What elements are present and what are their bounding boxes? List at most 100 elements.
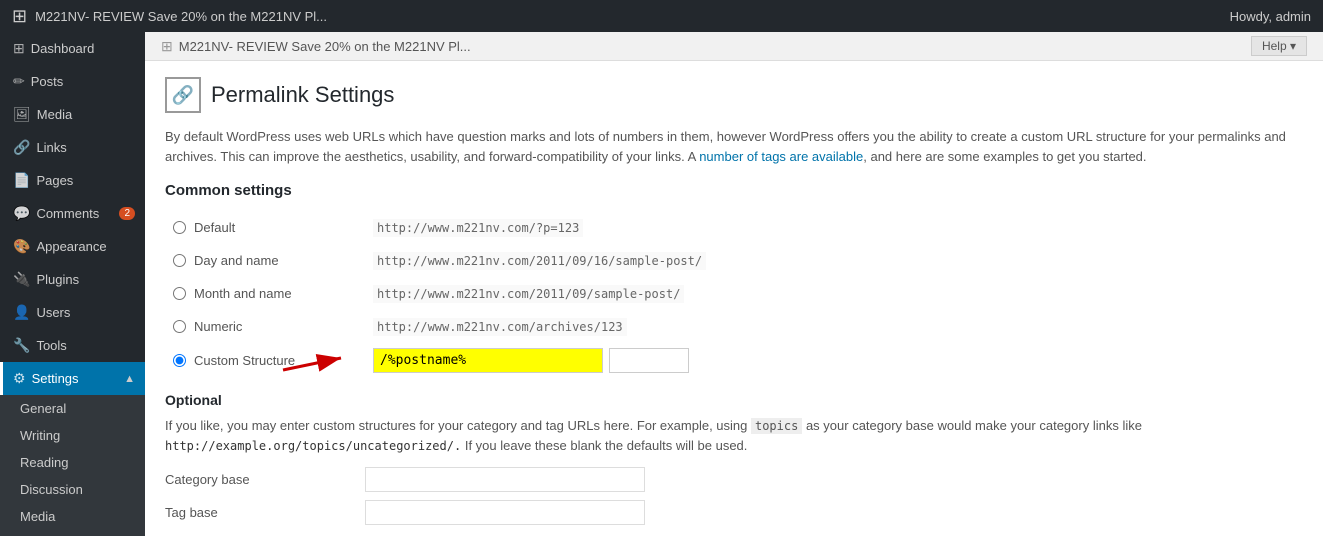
- radio-dayname-label[interactable]: Day and name: [194, 253, 279, 268]
- category-base-input[interactable]: [365, 467, 645, 492]
- radio-custom-row: Custom Structure: [173, 349, 357, 372]
- optional-text-1: If you like, you may enter custom struct…: [165, 418, 751, 433]
- tag-base-input[interactable]: [365, 500, 645, 525]
- radio-numeric-label[interactable]: Numeric: [194, 319, 242, 334]
- sidebar: ⊞ Dashboard ✏ Posts 🖼 Media 🔗 Links 📄 Pa…: [0, 32, 145, 536]
- media-icon: 🖼: [13, 106, 31, 123]
- help-button[interactable]: Help ▾: [1251, 36, 1307, 56]
- category-base-label: Category base: [165, 472, 365, 487]
- tag-base-label: Tag base: [165, 505, 365, 520]
- description-text-2: , and here are some examples to get you …: [863, 149, 1146, 164]
- header-page-title: M221NV- REVIEW Save 20% on the M221NV Pl…: [179, 39, 471, 54]
- settings-icon: ⚙: [13, 370, 26, 387]
- sidebar-item-media[interactable]: 🖼 Media: [0, 98, 145, 131]
- optional-description: If you like, you may enter custom struct…: [165, 416, 1303, 455]
- optional-text-3: If you leave these blank the defaults wi…: [461, 438, 747, 453]
- radio-default-row: Default: [173, 216, 357, 239]
- main-layout: ⊞ Dashboard ✏ Posts 🖼 Media 🔗 Links 📄 Pa…: [0, 32, 1323, 536]
- sidebar-item-tools[interactable]: 🔧 Tools: [0, 329, 145, 362]
- radio-default-label[interactable]: Default: [194, 220, 235, 235]
- url-monthname: http://www.m221nv.com/2011/09/sample-pos…: [373, 285, 684, 303]
- sidebar-item-links[interactable]: 🔗 Links: [0, 131, 145, 164]
- radio-monthname[interactable]: [173, 287, 186, 300]
- sidebar-item-comments[interactable]: 💬 Comments 2: [0, 197, 145, 230]
- custom-structure-extra-input[interactable]: [609, 348, 689, 373]
- admin-bar-site-title: M221NV- REVIEW Save 20% on the M221NV Pl…: [35, 9, 327, 24]
- radio-numeric[interactable]: [173, 320, 186, 333]
- sidebar-item-settings[interactable]: ⚙ Settings ▲: [0, 362, 145, 395]
- sidebar-item-pages[interactable]: 📄 Pages: [0, 164, 145, 197]
- table-row: Month and name http://www.m221nv.com/201…: [165, 277, 1303, 310]
- tools-icon: 🔧: [13, 337, 30, 354]
- admin-bar-right: Howdy, admin: [1230, 9, 1311, 24]
- radio-monthname-row: Month and name: [173, 282, 357, 305]
- appearance-icon: 🎨: [13, 238, 30, 255]
- users-icon: 👤: [13, 304, 30, 321]
- sidebar-item-label: Plugins: [36, 272, 79, 287]
- dashboard-icon: ⊞: [13, 40, 25, 57]
- radio-custom[interactable]: [173, 354, 186, 367]
- submenu-discussion[interactable]: Discussion: [0, 476, 145, 503]
- settings-submenu: General Writing Reading Discussion Media…: [0, 395, 145, 536]
- radio-dayname[interactable]: [173, 254, 186, 267]
- comments-badge: 2: [119, 207, 135, 220]
- sidebar-item-label: Tools: [36, 338, 66, 353]
- content-area: ⊞ M221NV- REVIEW Save 20% on the M221NV …: [145, 32, 1323, 536]
- radio-monthname-label[interactable]: Month and name: [194, 286, 292, 301]
- sidebar-item-dashboard[interactable]: ⊞ Dashboard: [0, 32, 145, 65]
- optional-title: Optional: [165, 392, 1303, 408]
- sidebar-item-users[interactable]: 👤 Users: [0, 296, 145, 329]
- admin-bar: ⊞ M221NV- REVIEW Save 20% on the M221NV …: [0, 0, 1323, 32]
- submenu-general[interactable]: General: [0, 395, 145, 422]
- settings-arrow-icon: ▲: [124, 373, 135, 385]
- sidebar-item-label: Appearance: [36, 239, 106, 254]
- common-settings-title: Common settings: [165, 182, 1303, 199]
- wp-icon-small: ⊞: [161, 38, 173, 55]
- url-dayname: http://www.m221nv.com/2011/09/16/sample-…: [373, 252, 706, 270]
- plugins-icon: 🔌: [13, 271, 30, 288]
- submenu-media[interactable]: Media: [0, 503, 145, 530]
- sidebar-item-label: Pages: [36, 173, 73, 188]
- custom-structure-input[interactable]: /%postname%: [373, 348, 603, 373]
- topics-code: topics: [751, 418, 802, 434]
- sidebar-item-label: Media: [37, 107, 72, 122]
- radio-default[interactable]: [173, 221, 186, 234]
- tags-available-link[interactable]: number of tags are available: [699, 149, 863, 164]
- page-title-bar: ⊞ M221NV- REVIEW Save 20% on the M221NV …: [161, 38, 471, 55]
- radio-numeric-row: Numeric: [173, 315, 357, 338]
- page-content: 🔗 Permalink Settings By default WordPres…: [145, 61, 1323, 536]
- optional-text-2: as your category base would make your ca…: [802, 418, 1142, 433]
- sidebar-item-label: Settings: [32, 371, 79, 386]
- content-header: ⊞ M221NV- REVIEW Save 20% on the M221NV …: [145, 32, 1323, 61]
- admin-bar-left: ⊞ M221NV- REVIEW Save 20% on the M221NV …: [12, 6, 327, 27]
- sidebar-item-posts[interactable]: ✏ Posts: [0, 65, 145, 98]
- sidebar-item-appearance[interactable]: 🎨 Appearance: [0, 230, 145, 263]
- sidebar-item-label: Links: [36, 140, 66, 155]
- wp-logo-icon: ⊞: [12, 6, 27, 27]
- permalink-icon-box: 🔗: [165, 77, 201, 113]
- permalink-icon: 🔗: [172, 85, 194, 106]
- table-row: Day and name http://www.m221nv.com/2011/…: [165, 244, 1303, 277]
- sidebar-item-label: Posts: [31, 74, 64, 89]
- sidebar-item-plugins[interactable]: 🔌 Plugins: [0, 263, 145, 296]
- sidebar-item-label: Comments: [36, 206, 99, 221]
- radio-custom-label[interactable]: Custom Structure: [194, 353, 295, 368]
- url-default: http://www.m221nv.com/?p=123: [373, 219, 583, 237]
- page-heading: 🔗 Permalink Settings: [165, 77, 1303, 113]
- links-icon: 🔗: [13, 139, 30, 156]
- page-title: Permalink Settings: [211, 82, 394, 108]
- radio-dayname-row: Day and name: [173, 249, 357, 272]
- category-base-row: Category base: [165, 467, 1303, 492]
- comments-icon: 💬: [13, 205, 30, 222]
- submenu-privacy[interactable]: Privacy: [0, 530, 145, 536]
- submenu-writing[interactable]: Writing: [0, 422, 145, 449]
- table-row: Numeric http://www.m221nv.com/archives/1…: [165, 310, 1303, 343]
- tag-base-row: Tag base: [165, 500, 1303, 525]
- howdy-text: Howdy, admin: [1230, 9, 1311, 24]
- submenu-reading[interactable]: Reading: [0, 449, 145, 476]
- example-url: http://example.org/topics/uncategorized/…: [165, 439, 461, 453]
- table-row: Custom Structure: [165, 343, 1303, 378]
- sidebar-item-label: Users: [36, 305, 70, 320]
- url-numeric: http://www.m221nv.com/archives/123: [373, 318, 627, 336]
- pages-icon: 📄: [13, 172, 30, 189]
